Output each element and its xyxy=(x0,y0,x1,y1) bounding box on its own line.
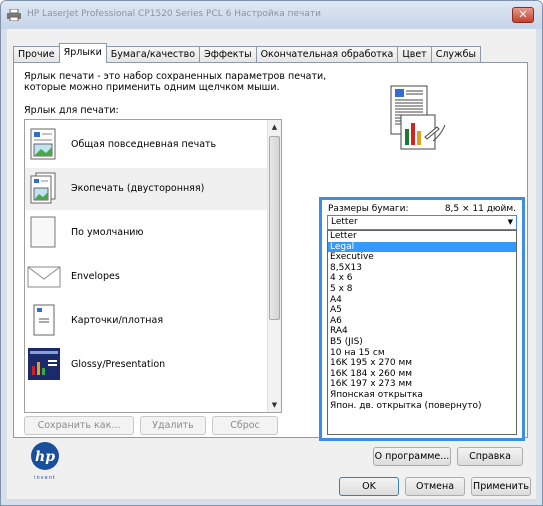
paper-size-option[interactable]: B5 (JIS) xyxy=(328,337,516,348)
paper-size-panel: Размеры бумаги: 8,5 × 11 дюйм. Letter ▼ … xyxy=(319,197,525,441)
scroll-down-icon[interactable]: ▼ xyxy=(268,398,281,412)
tab-5[interactable]: Цвет xyxy=(397,46,432,63)
paper-size-option[interactable]: 5 x 8 xyxy=(328,284,516,295)
dialog-body: Прочие Ярлыки Бумага/качество Эффекты Оконча… xyxy=(7,29,536,499)
envelope-icon xyxy=(27,266,61,288)
paper-size-option[interactable]: 16K 184 x 260 мм xyxy=(328,369,516,380)
shortcuts-tab-page: Ярлык печати - это набор сохраненных пар… xyxy=(13,62,528,441)
shortcut-item-envelopes[interactable]: Envelopes xyxy=(25,256,269,298)
tab-2[interactable]: Бумага/качество xyxy=(105,46,201,63)
paper-size-label: Размеры бумаги: xyxy=(328,204,409,214)
shortcut-item-cards[interactable]: Карточки/плотная xyxy=(25,300,269,342)
ok-button[interactable]: OK xyxy=(339,477,399,496)
shortcut-label: Glossy/Presentation xyxy=(71,359,166,370)
blank-page-icon xyxy=(30,216,56,248)
paper-size-option[interactable]: Япон. дв. открытка (повернуто) xyxy=(328,401,516,412)
paper-size-option[interactable]: A5 xyxy=(328,305,516,316)
paper-size-select[interactable]: Letter ▼ xyxy=(327,215,517,230)
tab-0[interactable]: Прочие xyxy=(13,46,60,63)
tab-4[interactable]: Окончательная обработка xyxy=(255,46,399,63)
card-icon xyxy=(33,304,55,336)
window-title: HP LaserJet Professional CP1520 Series P… xyxy=(27,9,321,19)
shortcut-list: Общая повседневная печать Экопечать (дву… xyxy=(24,119,282,413)
cancel-button[interactable]: Отмена xyxy=(405,477,465,496)
svg-text:hp: hp xyxy=(35,449,55,465)
title-bar: HP LaserJet Professional CP1520 Series P… xyxy=(1,1,542,29)
shortcut-label: Экопечать (двусторонняя) xyxy=(71,183,205,194)
paper-size-value: 8,5 × 11 дюйм. xyxy=(444,204,516,214)
shortcut-list-label: Ярлык для печати: xyxy=(24,105,119,116)
delete-button[interactable]: Удалить xyxy=(140,416,206,435)
scroll-thumb[interactable] xyxy=(269,136,280,320)
paper-size-selected: Letter xyxy=(331,217,358,227)
reset-button[interactable]: Сброс xyxy=(212,416,278,435)
shortcut-item-default[interactable]: По умолчанию xyxy=(25,212,269,254)
shortcut-item-general[interactable]: Общая повседневная печать xyxy=(25,124,269,166)
paper-size-option[interactable]: 16K 195 x 270 мм xyxy=(328,358,516,369)
printer-icon xyxy=(7,9,21,21)
tab-3[interactable]: Эффекты xyxy=(199,46,257,63)
paper-size-option[interactable]: RA4 xyxy=(328,326,516,337)
shortcut-description: Ярлык печати - это набор сохраненных пар… xyxy=(24,71,327,93)
tab-1[interactable]: Ярлыки xyxy=(58,43,107,63)
svg-text:invent: invent xyxy=(34,475,56,481)
paper-size-option[interactable]: 4 x 6 xyxy=(328,273,516,284)
shortcut-item-glossy[interactable]: Glossy/Presentation xyxy=(25,344,269,386)
document-settings-icon xyxy=(390,85,446,150)
presentation-icon xyxy=(28,348,60,380)
paper-size-option[interactable]: Executive xyxy=(328,252,516,263)
document-icon xyxy=(30,128,56,160)
shortcut-list-scrollbar[interactable]: ▲ ▼ xyxy=(267,120,281,412)
about-button[interactable]: О программе... xyxy=(373,447,451,466)
paper-size-option[interactable]: Legal xyxy=(328,241,516,253)
shortcut-label: Общая повседневная печать xyxy=(71,139,217,150)
paper-size-option[interactable]: A4 xyxy=(328,295,516,306)
duplex-document-icon xyxy=(30,172,56,204)
scroll-up-icon[interactable]: ▲ xyxy=(268,120,281,134)
chevron-down-icon[interactable]: ▼ xyxy=(508,216,513,229)
shortcut-label: Карточки/плотная xyxy=(71,315,164,326)
paper-size-option[interactable]: 10 на 15 см xyxy=(328,348,516,359)
paper-size-option[interactable]: A6 xyxy=(328,316,516,327)
close-button[interactable]: ✕ xyxy=(512,7,534,23)
save-as-button[interactable]: Сохранить как... xyxy=(24,416,134,435)
paper-size-option[interactable]: Японская открытка xyxy=(328,390,516,401)
hp-logo: hp invent xyxy=(31,442,59,481)
paper-size-option[interactable]: 8,5X13 xyxy=(328,263,516,274)
paper-size-option[interactable]: Letter xyxy=(328,231,516,242)
print-preferences-window: HP LaserJet Professional CP1520 Series P… xyxy=(0,0,543,506)
paper-size-dropdown: Letter Legal Executive 8,5X13 4 x 65 x 8 A4 A5… xyxy=(327,230,517,435)
shortcut-label: Envelopes xyxy=(71,271,120,282)
tab-strip: Прочие Ярлыки Бумага/качество Эффекты Оконча… xyxy=(13,43,481,63)
shortcut-label: По умолчанию xyxy=(71,227,144,238)
shortcut-item-eco-duplex[interactable]: Экопечать (двусторонняя) xyxy=(25,168,269,210)
paper-size-option[interactable]: 16K 197 x 273 мм xyxy=(328,379,516,390)
apply-button[interactable]: Применить xyxy=(471,477,531,496)
tab-6[interactable]: Службы xyxy=(430,46,481,63)
help-button[interactable]: Справка xyxy=(457,447,523,466)
